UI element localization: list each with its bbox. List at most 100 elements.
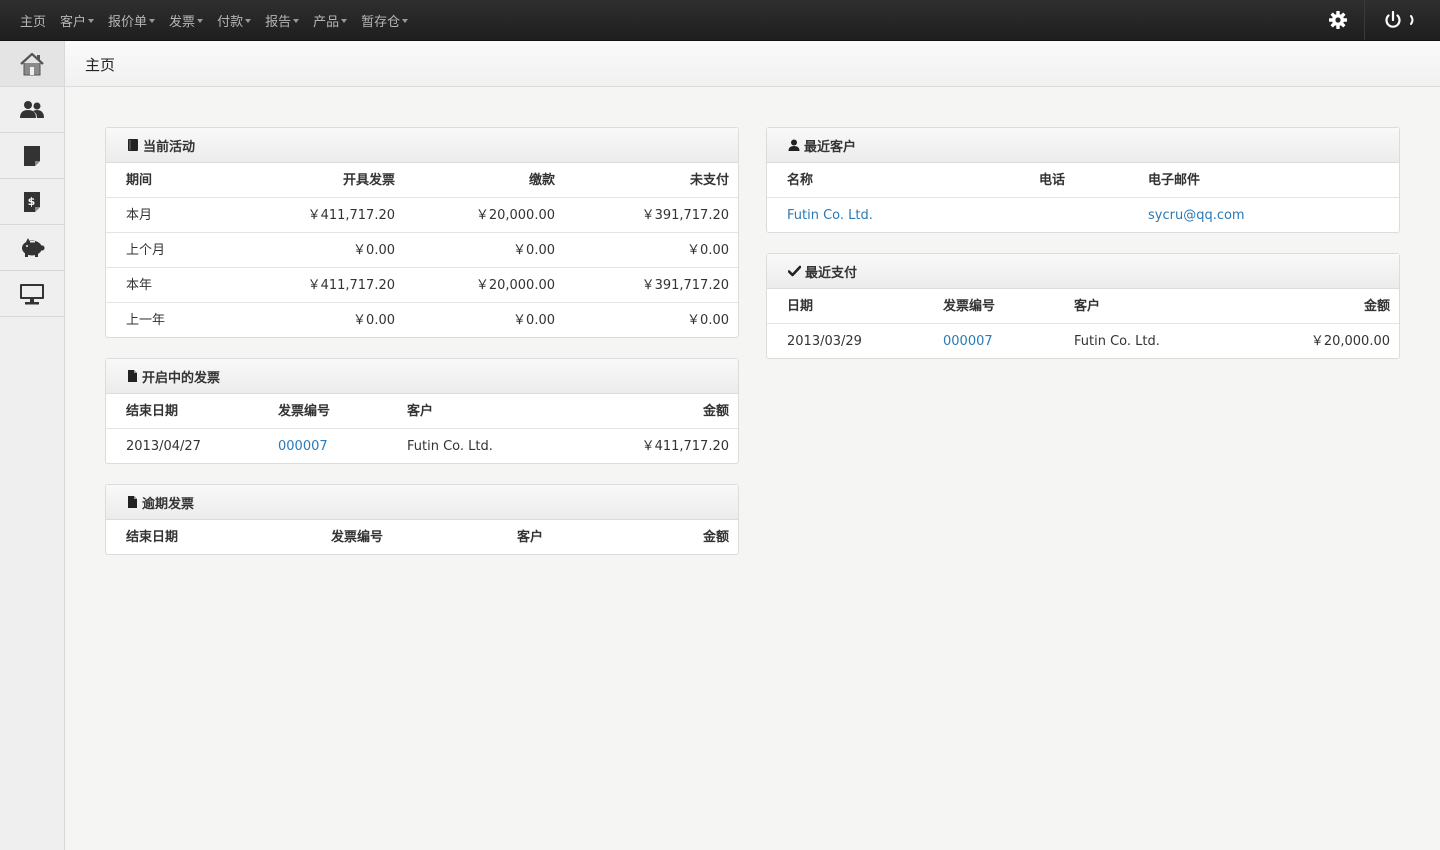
overdue-invoices-panel: 逾期发票 结束日期 发票编号 客户 金额 — [105, 484, 739, 555]
column-header: 名称 — [787, 173, 814, 188]
panel-title: 最近客户 — [804, 139, 857, 155]
table-header-row: 结束日期 发票编号 客户 金额 — [106, 520, 738, 555]
table-row: 上一年 ￥0.00 ￥0.00 ￥0.00 — [106, 303, 738, 338]
sidebar-item-monitor[interactable] — [0, 271, 64, 317]
main-menu: 主页 客户 报价单 发票 付款 报告 产品 暂存仓 — [20, 0, 422, 40]
invoiced-cell: ￥0.00 — [353, 243, 395, 258]
panel-title: 逾期发票 — [142, 496, 195, 512]
piggy-bank-icon — [22, 237, 45, 257]
caret-down-icon — [245, 18, 252, 23]
caret-down-icon — [341, 18, 348, 23]
table-row: Futin Co. Ltd. sycru@qq.com — [767, 198, 1399, 233]
period-cell: 上个月 — [126, 243, 166, 258]
home-icon — [20, 52, 44, 75]
column-header: 电话 — [1039, 173, 1066, 188]
file-icon — [128, 495, 137, 508]
sidebar-item-savings[interactable] — [0, 225, 64, 271]
amount-cell: ￥20,000.00 — [1310, 334, 1390, 349]
nav-item-storage[interactable]: 暂存仓 — [361, 11, 409, 30]
column-header: 金额 — [702, 530, 729, 545]
panel-header: 逾期发票 — [106, 485, 738, 520]
sidebar-item-invoices[interactable] — [0, 133, 64, 179]
logout-button[interactable] — [1364, 0, 1440, 40]
sidebar-item-payments[interactable]: $ — [0, 179, 64, 225]
client-name-link[interactable]: Futin Co. Ltd. — [787, 198, 873, 233]
due-date-cell: 2013/04/27 — [126, 439, 201, 454]
table-row: 上个月 ￥0.00 ￥0.00 ￥0.00 — [106, 233, 738, 268]
panel-header: 最近客户 — [767, 128, 1399, 163]
current-activity-panel: 当前活动 期间 开具发票 缴款 未支付 本月 ￥411,717.20 ￥20,0… — [105, 127, 739, 338]
column-header: 客户 — [1074, 299, 1101, 314]
table-row: 2013/04/27 000007 Futin Co. Ltd. ￥411,71… — [106, 429, 738, 464]
nav-item-quotes[interactable]: 报价单 — [108, 11, 156, 30]
page-title: 主页 — [85, 56, 116, 74]
caret-down-icon — [149, 18, 156, 23]
payment-date-cell: 2013/03/29 — [787, 334, 862, 349]
invoice-number-link[interactable]: 000007 — [943, 324, 993, 359]
recent-payments-panel: 最近支付 日期 发票编号 客户 金额 2013/03/29 000007 Fut… — [766, 253, 1400, 359]
column-header: 结束日期 — [126, 530, 179, 545]
table-row: 2013/03/29 000007 Futin Co. Ltd. ￥20,000… — [767, 324, 1399, 359]
column-header: 电子邮件 — [1148, 173, 1201, 188]
invoiced-cell: ￥411,717.20 — [307, 208, 395, 223]
column-header: 金额 — [1363, 299, 1390, 314]
column-header: 结束日期 — [126, 404, 179, 419]
checkmark-icon — [788, 265, 801, 277]
recent-clients-panel: 最近客户 名称 电话 电子邮件 Futin Co. Ltd. sycru@qq.… — [766, 127, 1400, 233]
user-icon — [788, 139, 800, 151]
panel-title: 当前活动 — [143, 139, 196, 155]
caret-down-icon — [88, 18, 95, 23]
unpaid-cell: ￥0.00 — [687, 243, 729, 258]
monitor-icon — [20, 283, 44, 304]
invoiced-cell: ￥411,717.20 — [307, 278, 395, 293]
column-header: 期间 — [126, 173, 153, 188]
table-header-row: 期间 开具发票 缴款 未支付 — [106, 163, 738, 198]
column-header: 客户 — [407, 404, 434, 419]
file-icon — [128, 369, 137, 382]
nav-item-payments[interactable]: 付款 — [217, 11, 252, 30]
email-link[interactable]: sycru@qq.com — [1148, 198, 1245, 233]
paid-cell: ￥0.00 — [513, 243, 555, 258]
invoiced-cell: ￥0.00 — [353, 313, 395, 328]
paid-cell: ￥20,000.00 — [475, 278, 555, 293]
amount-cell: ￥411,717.20 — [641, 439, 729, 454]
column-header: 日期 — [787, 299, 814, 314]
sidebar-item-clients[interactable] — [0, 87, 64, 133]
column-header: 未支付 — [689, 173, 729, 188]
panel-header: 最近支付 — [767, 254, 1399, 289]
column-header: 发票编号 — [943, 299, 996, 314]
nav-actions — [1312, 0, 1440, 40]
nav-item-clients[interactable]: 客户 — [60, 11, 95, 30]
sidebar-item-home[interactable] — [0, 41, 64, 87]
period-cell: 本年 — [126, 278, 153, 293]
power-icon — [1384, 10, 1413, 28]
sidebar: $ — [0, 41, 65, 850]
column-header: 发票编号 — [278, 404, 331, 419]
nav-item-products[interactable]: 产品 — [313, 11, 348, 30]
paid-cell: ￥20,000.00 — [475, 208, 555, 223]
client-cell: Futin Co. Ltd. — [407, 439, 493, 454]
nav-item-home[interactable]: 主页 — [20, 11, 46, 30]
invoice-number-link[interactable]: 000007 — [278, 429, 328, 464]
client-cell: Futin Co. Ltd. — [1074, 334, 1160, 349]
book-icon — [128, 138, 138, 151]
column-header: 发票编号 — [331, 530, 384, 545]
open-invoices-panel: 开启中的发票 结束日期 发票编号 客户 金额 2013/04/27 000007… — [105, 358, 739, 464]
invoice-icon — [24, 145, 40, 166]
table-row: 本月 ￥411,717.20 ￥20,000.00 ￥391,717.20 — [106, 198, 738, 233]
column-header: 客户 — [517, 530, 544, 545]
panel-title: 开启中的发票 — [142, 370, 221, 386]
nav-item-reports[interactable]: 报告 — [265, 11, 300, 30]
nav-item-invoices[interactable]: 发票 — [169, 11, 204, 30]
caret-down-icon — [197, 18, 204, 23]
settings-button[interactable] — [1312, 0, 1364, 40]
period-cell: 本月 — [126, 208, 153, 223]
unpaid-cell: ￥0.00 — [687, 313, 729, 328]
panel-header: 开启中的发票 — [106, 359, 738, 394]
top-navbar: 主页 客户 报价单 发票 付款 报告 产品 暂存仓 — [0, 0, 1440, 41]
unpaid-cell: ￥391,717.20 — [641, 208, 729, 223]
column-header: 金额 — [702, 404, 729, 419]
paid-cell: ￥0.00 — [513, 313, 555, 328]
table-row: 本年 ￥411,717.20 ￥20,000.00 ￥391,717.20 — [106, 268, 738, 303]
page-header: 主页 — [65, 41, 1440, 87]
